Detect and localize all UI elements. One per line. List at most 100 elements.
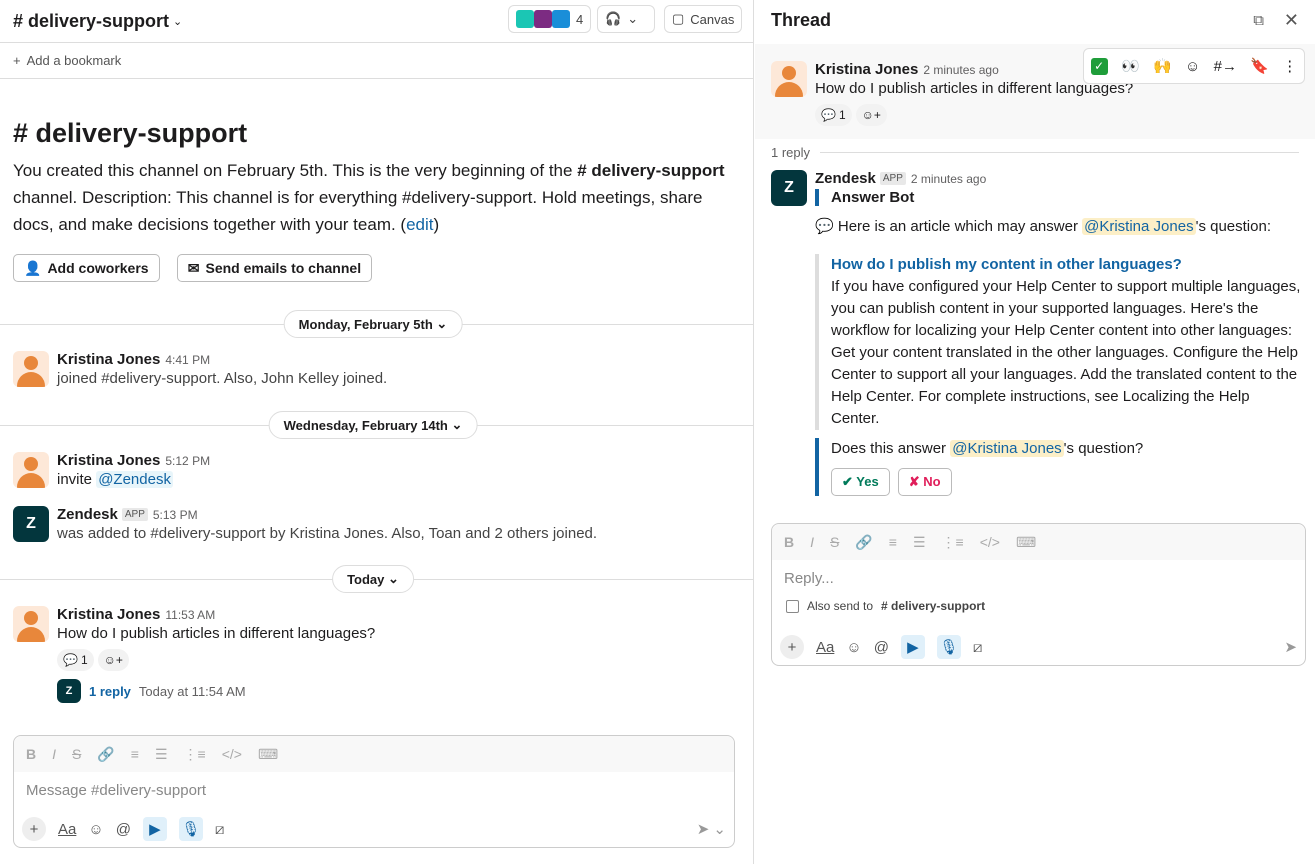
channel-name[interactable]: # delivery-support xyxy=(13,11,169,32)
italic-icon[interactable]: I xyxy=(52,746,56,762)
emoji-icon[interactable]: ☺ xyxy=(88,821,103,838)
ordered-list-icon[interactable]: ≡ xyxy=(131,746,139,762)
check-emoji-icon[interactable]: ✓ xyxy=(1091,58,1108,75)
more-actions-icon[interactable]: ⋮ xyxy=(1282,57,1297,75)
zendesk-logo-icon[interactable]: Z xyxy=(771,170,807,206)
close-icon[interactable]: ✕ xyxy=(1284,10,1299,31)
bullet-list-icon[interactable]: ☰ xyxy=(913,534,926,551)
timestamp[interactable]: 11:53 AM xyxy=(165,608,215,622)
date-pill[interactable]: Today ⌄ xyxy=(332,565,414,593)
strikethrough-icon[interactable]: S xyxy=(72,746,81,762)
link-icon[interactable]: 🔗 xyxy=(97,746,114,763)
video-icon[interactable]: ▶ xyxy=(143,817,167,841)
timestamp[interactable]: 4:41 PM xyxy=(165,353,210,367)
huddle-button[interactable]: 🎧⌄ xyxy=(597,5,655,33)
add-coworkers-label: Add coworkers xyxy=(47,260,148,276)
sender-name[interactable]: Kristina Jones xyxy=(57,351,160,368)
open-in-window-icon[interactable]: ⧉ xyxy=(1253,12,1264,29)
also-send-label: Also send to xyxy=(807,599,873,613)
avatar[interactable] xyxy=(13,606,49,642)
sender-name[interactable]: Zendesk xyxy=(815,170,876,187)
mention[interactable]: @Kristina Jones xyxy=(1082,218,1195,235)
add-coworkers-button[interactable]: 👤Add coworkers xyxy=(13,254,160,282)
add-reaction-button[interactable]: ☺+ xyxy=(98,649,129,671)
code-block-icon[interactable]: ⌨ xyxy=(258,746,278,763)
microphone-icon[interactable]: 🎙 xyxy=(179,817,203,841)
blockquote-icon[interactable]: ⋮≡ xyxy=(184,746,206,763)
avatar[interactable] xyxy=(13,452,49,488)
bullet-list-icon[interactable]: ☰ xyxy=(155,746,168,763)
video-icon[interactable]: ▶ xyxy=(901,635,925,659)
checkbox[interactable] xyxy=(786,600,799,613)
formatting-toolbar: BIS 🔗 ≡ ☰ ⋮≡ </> ⌨ xyxy=(14,736,734,772)
link-icon[interactable]: 🔗 xyxy=(855,534,872,551)
speech-bubble-icon: 💬 xyxy=(815,218,834,235)
no-button[interactable]: ✘ No xyxy=(898,468,952,496)
app-badge: APP xyxy=(880,172,906,185)
sender-name[interactable]: Kristina Jones xyxy=(57,606,160,623)
raised-hands-emoji-icon[interactable]: 🙌 xyxy=(1153,57,1172,75)
message: Kristina Jones5:12 PM invite @Zendesk xyxy=(13,452,210,491)
zendesk-logo-icon[interactable]: Z xyxy=(13,506,49,542)
eyes-emoji-icon[interactable]: 👀 xyxy=(1121,57,1140,75)
sender-name[interactable]: Kristina Jones xyxy=(815,61,918,78)
code-icon[interactable]: </> xyxy=(980,534,1000,550)
chevron-down-icon[interactable]: ⌄ xyxy=(627,11,638,27)
send-emails-button[interactable]: ✉Send emails to channel xyxy=(177,254,372,282)
also-send-channel: # delivery-support xyxy=(881,599,985,613)
timestamp[interactable]: 2 minutes ago xyxy=(911,172,986,186)
bookmark-icon[interactable]: 🔖 xyxy=(1250,57,1269,75)
italic-icon[interactable]: I xyxy=(810,534,814,550)
format-icon[interactable]: Aa xyxy=(816,639,834,656)
plus-icon[interactable]: + xyxy=(22,817,46,841)
add-reaction-icon[interactable]: ☺ xyxy=(1185,58,1200,75)
date-pill[interactable]: Monday, February 5th ⌄ xyxy=(284,310,463,338)
thread-replies-link[interactable]: 1 reply xyxy=(89,684,131,699)
slash-command-icon[interactable]: ⧄ xyxy=(973,639,983,656)
mention[interactable]: @Zendesk xyxy=(96,471,173,488)
code-block-icon[interactable]: ⌨ xyxy=(1016,534,1036,551)
reply-count: 1 reply xyxy=(771,145,810,160)
send-icon[interactable]: ➤ ⌄ xyxy=(697,820,726,838)
timestamp[interactable]: 5:13 PM xyxy=(153,508,198,522)
share-to-channel-icon[interactable]: #→ xyxy=(1214,58,1237,75)
reply-input[interactable]: Reply... xyxy=(772,560,1305,597)
bold-icon[interactable]: B xyxy=(26,746,36,762)
sender-name[interactable]: Kristina Jones xyxy=(57,452,160,469)
blockquote-icon[interactable]: ⋮≡ xyxy=(942,534,964,551)
yes-button[interactable]: ✔ Yes xyxy=(831,468,890,496)
canvas-button[interactable]: ▢Canvas xyxy=(664,5,742,33)
article-link[interactable]: How do I publish my content in other lan… xyxy=(831,254,1301,276)
strikethrough-icon[interactable]: S xyxy=(830,534,839,550)
also-send-option[interactable]: Also send to # delivery-support xyxy=(772,597,1305,615)
add-reaction-button[interactable]: ☺+ xyxy=(856,104,887,126)
chevron-down-icon[interactable]: ⌄ xyxy=(173,15,182,28)
message-input[interactable]: Message #delivery-support xyxy=(14,772,734,809)
avatar[interactable] xyxy=(13,351,49,387)
mention[interactable]: @Kristina Jones xyxy=(950,440,1063,457)
mention-icon[interactable]: @ xyxy=(874,639,889,656)
code-icon[interactable]: </> xyxy=(222,746,242,762)
date-label: Wednesday, February 14th xyxy=(284,418,448,433)
avatar[interactable] xyxy=(771,61,807,97)
date-pill[interactable]: Wednesday, February 14th ⌄ xyxy=(269,411,478,439)
emoji-icon[interactable]: ☺ xyxy=(846,639,861,656)
mention-icon[interactable]: @ xyxy=(116,821,131,838)
timestamp[interactable]: 5:12 PM xyxy=(165,454,210,468)
add-bookmark-button[interactable]: +Add a bookmark xyxy=(0,43,753,79)
format-icon[interactable]: Aa xyxy=(58,821,76,838)
reaction-speech[interactable]: 💬1 xyxy=(57,649,94,671)
slash-command-icon[interactable]: ⧄ xyxy=(215,821,225,838)
member-avatars-icon xyxy=(516,10,570,28)
sender-name[interactable]: Zendesk xyxy=(57,506,118,523)
channel-intro: # delivery-support You created this chan… xyxy=(13,118,733,282)
members-button[interactable]: 4 xyxy=(508,5,591,33)
timestamp[interactable]: 2 minutes ago xyxy=(923,63,998,77)
ordered-list-icon[interactable]: ≡ xyxy=(889,534,897,550)
microphone-icon[interactable]: 🎙 xyxy=(937,635,961,659)
edit-link[interactable]: edit xyxy=(406,215,433,234)
bold-icon[interactable]: B xyxy=(784,534,794,550)
plus-icon[interactable]: + xyxy=(780,635,804,659)
send-icon[interactable]: ➤ xyxy=(1284,638,1297,656)
reaction-speech[interactable]: 💬1 xyxy=(815,104,852,126)
